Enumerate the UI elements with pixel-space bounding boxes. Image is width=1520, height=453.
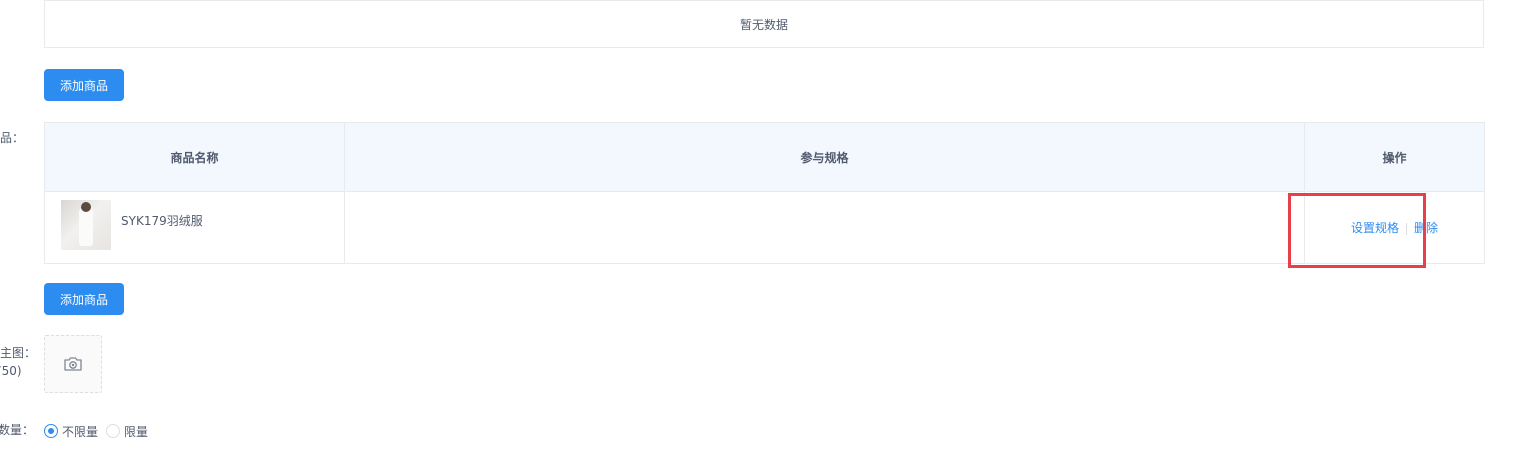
- radio-limited[interactable]: [106, 424, 121, 438]
- spec-cell: [344, 191, 1305, 264]
- empty-table: 暂无数据: [44, 0, 1484, 48]
- goods-table: 商品名称 参与规格 操作 SYK179羽绒服 设置规格 删除: [44, 122, 1485, 264]
- main-image-label: 主图：: [0, 346, 37, 360]
- product-name: SYK179羽绒服: [121, 214, 203, 228]
- action-divider: [1406, 222, 1407, 235]
- column-header-actions: 操作: [1304, 122, 1485, 192]
- table-row: SYK179羽绒服 设置规格 删除: [44, 191, 1485, 264]
- quantity-radio-group: 不限量 限量: [44, 422, 156, 440]
- empty-text: 暂无数据: [739, 17, 788, 32]
- add-goods-button[interactable]: 添加商品: [44, 69, 124, 101]
- add-goods-button-2[interactable]: 添加商品: [44, 283, 124, 315]
- actions-cell: 设置规格 删除: [1305, 192, 1485, 264]
- column-header-name: 商品名称: [44, 122, 345, 192]
- camera-icon: [64, 357, 82, 371]
- radio-unlimited-label[interactable]: 不限量: [62, 423, 98, 440]
- product-cell: SYK179羽绒服: [45, 199, 344, 250]
- radio-limited-label[interactable]: 限量: [124, 423, 148, 440]
- main-image-hint: 750): [0, 364, 22, 378]
- delete-link[interactable]: 删除: [1414, 221, 1438, 235]
- goods-label: 商品：: [0, 131, 25, 145]
- quantity-label: 数量：: [0, 423, 35, 437]
- product-thumbnail: [61, 199, 111, 250]
- image-upload[interactable]: [44, 335, 102, 393]
- column-header-spec: 参与规格: [344, 122, 1305, 192]
- set-spec-link[interactable]: 设置规格: [1351, 221, 1399, 235]
- radio-unlimited[interactable]: [44, 424, 58, 438]
